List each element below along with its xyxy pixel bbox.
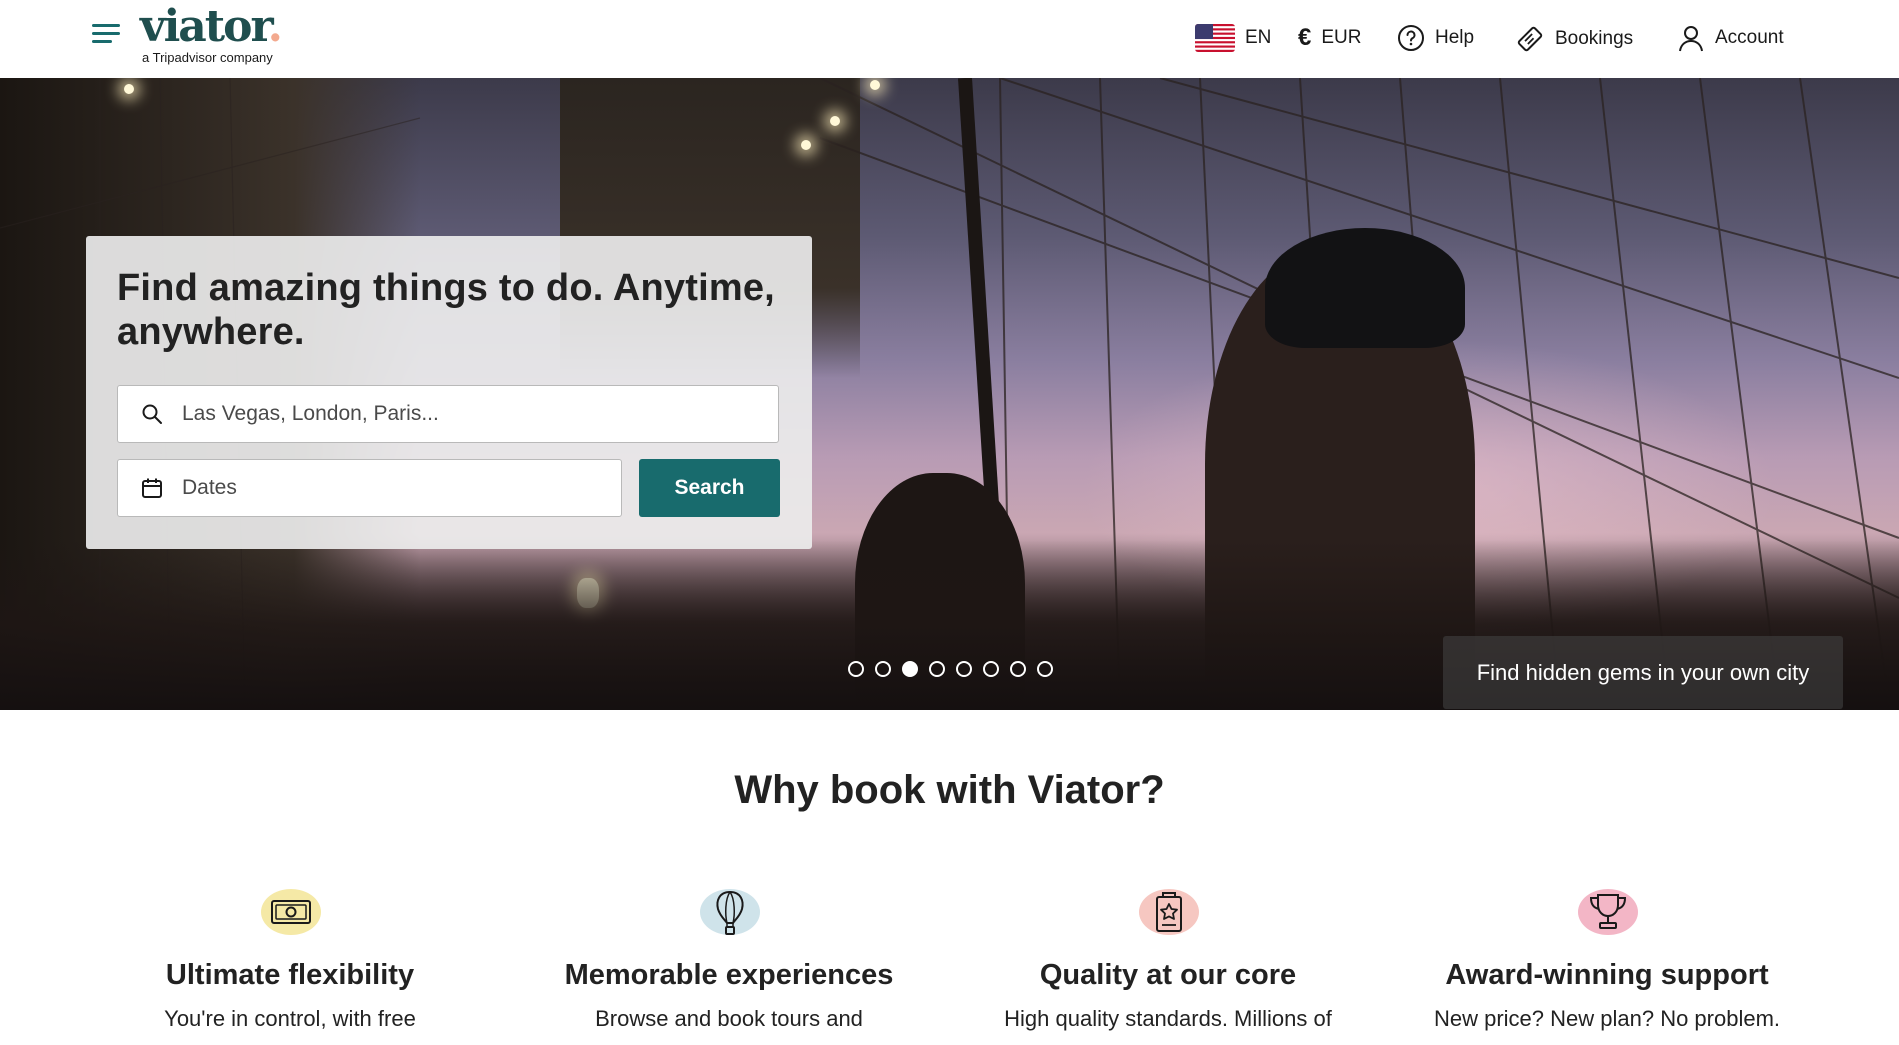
hero-caption-text: Find hidden gems in your own city	[1476, 659, 1810, 685]
feature-text: High quality standards. Millions of	[1004, 1006, 1332, 1031]
hero-headline: Find amazing things to do. Anytime, anyw…	[117, 267, 775, 353]
bookings-label: Bookings	[1555, 28, 1634, 49]
certificate-star-icon	[1133, 885, 1203, 941]
user-icon	[1679, 26, 1703, 52]
destination-search-field[interactable]: Las Vegas, London, Paris...	[117, 385, 779, 443]
hero-banner: Find amazing things to do. Anytime, anyw…	[0, 78, 1899, 710]
question-circle-icon	[1398, 25, 1424, 51]
destination-placeholder: Las Vegas, London, Paris...	[182, 402, 439, 425]
search-card: Find amazing things to do. Anytime, anyw…	[86, 236, 812, 549]
carousel-dot[interactable]	[848, 661, 864, 677]
help-link[interactable]: Help	[1397, 24, 1474, 52]
bookings-link[interactable]: Bookings	[1515, 24, 1633, 54]
ticket-icon	[1517, 26, 1543, 52]
carousel-dot[interactable]	[956, 661, 972, 677]
feature-text: Browse and book tours and	[595, 1006, 863, 1031]
account-link[interactable]: Account	[1677, 24, 1784, 52]
account-label: Account	[1715, 27, 1784, 48]
language-label: EN	[1245, 27, 1272, 48]
help-label: Help	[1435, 27, 1475, 48]
feature-text: New price? New plan? No problem.	[1433, 1006, 1781, 1031]
feature-experiences: Memorable experiences Browse and book to…	[509, 885, 949, 1032]
street-lamp	[830, 116, 840, 126]
street-lamp	[801, 140, 811, 150]
us-flag-icon	[1195, 24, 1235, 52]
street-lamp	[124, 84, 134, 94]
search-button[interactable]: Search	[639, 459, 780, 517]
euro-icon: €	[1298, 24, 1312, 51]
logo-wordmark: viator.	[140, 1, 283, 52]
carousel-dot[interactable]	[875, 661, 891, 677]
top-header: viator. a Tripadvisor company EN € EUR H…	[0, 0, 1899, 78]
feature-title: Quality at our core	[1039, 959, 1297, 991]
language-selector[interactable]: EN	[1195, 24, 1271, 52]
logo-tagline: a Tripadvisor company	[142, 50, 273, 65]
carousel-dot[interactable]	[1037, 661, 1053, 677]
feature-quality: Quality at our core High quality standar…	[948, 885, 1388, 1032]
feature-support: Award-winning support New price? New pla…	[1387, 885, 1827, 1032]
feature-text: You're in control, with free	[164, 1006, 416, 1031]
hero-caption[interactable]: Find hidden gems in your own city	[1443, 636, 1843, 709]
currency-label: EUR	[1321, 27, 1362, 48]
money-icon	[255, 885, 325, 941]
carousel-dot[interactable]	[1010, 661, 1026, 677]
feature-title: Award-winning support	[1445, 959, 1769, 991]
why-section-title: Why book with Viator?	[734, 768, 1165, 812]
trophy-icon	[1572, 885, 1642, 941]
feature-flexibility: Ultimate flexibility You're in control, …	[70, 885, 510, 1032]
carousel-dot[interactable]	[902, 661, 918, 677]
feature-title: Memorable experiences	[564, 959, 894, 991]
hamburger-menu-icon[interactable]	[92, 24, 122, 50]
dates-placeholder: Dates	[182, 476, 237, 499]
carousel-dot[interactable]	[983, 661, 999, 677]
person-silhouette	[1265, 228, 1465, 348]
carousel-dot[interactable]	[929, 661, 945, 677]
search-icon	[142, 404, 162, 424]
feature-title: Ultimate flexibility	[165, 959, 415, 991]
calendar-icon	[142, 478, 162, 498]
currency-selector[interactable]: € EUR	[1298, 24, 1361, 52]
dates-field[interactable]: Dates	[117, 459, 622, 517]
carousel-dots	[848, 661, 1053, 677]
viator-logo[interactable]: viator. a Tripadvisor company	[140, 1, 283, 66]
hot-air-balloon-icon	[694, 885, 764, 941]
street-lamp	[870, 80, 880, 90]
